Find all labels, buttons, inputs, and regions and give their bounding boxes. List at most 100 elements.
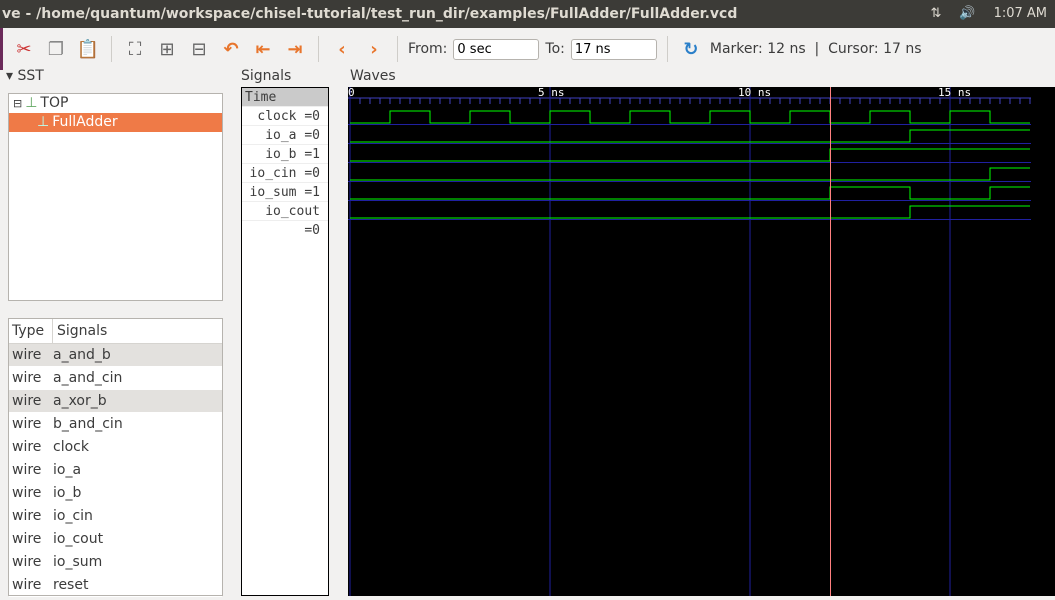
separator xyxy=(397,36,398,62)
signal-list-item[interactable]: wire a_xor_b xyxy=(9,390,222,413)
signal-name: io_a xyxy=(265,128,297,143)
reload-icon[interactable]: ↻ xyxy=(678,36,704,62)
signal-type: wire xyxy=(12,462,42,478)
zoom-start-icon[interactable]: ⇤ xyxy=(250,36,276,62)
signal-type: wire xyxy=(12,531,42,547)
signal-row[interactable]: io_sum =1 xyxy=(242,183,328,202)
signal-name: io_cout xyxy=(265,204,320,219)
cut-icon[interactable]: ✂ xyxy=(11,36,37,62)
next-edge-icon[interactable]: › xyxy=(361,36,387,62)
to-label: To: xyxy=(545,41,565,57)
waves-panel-title: Waves xyxy=(350,68,396,84)
signal-list-item[interactable]: wire io_a xyxy=(9,459,222,482)
sst-signal-list: Type Signals wire a_and_b wire a_and_cin wire… xyxy=(8,318,223,597)
signal-type: wire xyxy=(12,577,42,593)
waveform-io-cout xyxy=(350,205,1030,219)
column-type[interactable]: Type xyxy=(9,319,53,343)
signal-name: io_sum xyxy=(249,185,297,200)
collapse-icon[interactable]: ⊟ xyxy=(13,94,22,113)
waveform-io-b xyxy=(350,148,1030,162)
signal-value: =0 xyxy=(304,128,320,143)
signal-list-item[interactable]: wire clock xyxy=(9,436,222,459)
signal-list-item[interactable]: wire io_b xyxy=(9,482,222,505)
signal-name: io_a xyxy=(53,462,82,478)
signal-name: clock xyxy=(257,109,297,124)
signal-type: wire xyxy=(12,508,42,524)
system-tray: ⇅ 🔊 1:07 AM xyxy=(930,0,1047,28)
signal-list-item[interactable]: wire io_cin xyxy=(9,505,222,528)
separator xyxy=(111,36,112,62)
module-icon: ⊥ xyxy=(25,95,38,111)
tree-label: TOP xyxy=(40,95,69,111)
signal-row[interactable]: io_cout =0 xyxy=(242,202,328,238)
from-input[interactable] xyxy=(453,38,540,60)
waveform-view[interactable]: 0 5 ns 10 ns 15 ns xyxy=(348,86,1055,596)
signal-value: =0 xyxy=(304,109,320,124)
signal-names-pane: Time clock =0 io_a =0 io_b =1 io_cin =0 io_s… xyxy=(241,87,329,596)
zoom-fit-icon[interactable]: ⛶ xyxy=(122,36,148,62)
signal-list-item[interactable]: wire a_and_b xyxy=(9,344,222,367)
signal-type: wire xyxy=(12,554,42,570)
signal-row[interactable]: clock =0 xyxy=(242,107,328,126)
toolbar: ✂ ❐ 📋 ⛶ ⊞ ⊟ ↶ ⇤ ⇥ ‹ › From: To: ↻ Marker… xyxy=(0,28,1055,70)
zoom-out-icon[interactable]: ⊟ xyxy=(186,36,212,62)
to-input[interactable] xyxy=(570,38,657,60)
signal-name: io_cin xyxy=(53,508,93,524)
signal-row[interactable]: io_a =0 xyxy=(242,126,328,145)
signal-type: wire xyxy=(12,439,42,455)
list-header: Type Signals xyxy=(9,319,222,344)
window-title: ve - /home/quantum/workspace/chisel-tuto… xyxy=(2,6,738,22)
ruler-tick-label: 15 ns xyxy=(938,87,971,99)
signal-value: =1 xyxy=(304,147,320,162)
time-header: Time xyxy=(242,88,328,107)
column-signals[interactable]: Signals xyxy=(57,319,107,343)
ruler-tick-label: 0 xyxy=(348,87,355,99)
waveform-clock xyxy=(350,110,1030,124)
signals-panel-title: Signals xyxy=(241,68,292,84)
ruler-tick-label: 5 ns xyxy=(538,87,565,99)
signal-name: io_sum xyxy=(53,554,103,570)
signal-name: io_b xyxy=(265,147,297,162)
waveform-canvas[interactable]: 0 5 ns 10 ns 15 ns xyxy=(348,86,1055,596)
signal-type: wire xyxy=(12,485,42,501)
signal-list-item[interactable]: wire io_sum xyxy=(9,551,222,574)
signal-list-item[interactable]: wire a_and_cin xyxy=(9,367,222,390)
signal-name: reset xyxy=(53,577,89,593)
signal-type: wire xyxy=(12,347,42,363)
paste-icon[interactable]: 📋 xyxy=(75,36,101,62)
copy-icon[interactable]: ❐ xyxy=(43,36,69,62)
from-label: From: xyxy=(408,41,448,57)
tree-label: FullAdder xyxy=(52,114,118,130)
tree-node-fulladder[interactable]: ⊥ FullAdder xyxy=(9,113,222,132)
zoom-in-icon[interactable]: ⊞ xyxy=(154,36,180,62)
signal-value: =1 xyxy=(304,185,320,200)
marker-cursor-readout: Marker: 12 ns | Cursor: 17 ns xyxy=(709,41,922,57)
zoom-end-icon[interactable]: ⇥ xyxy=(282,36,308,62)
signal-name: a_xor_b xyxy=(53,393,107,409)
signal-name: io_cout xyxy=(53,531,104,547)
clock-text[interactable]: 1:07 AM xyxy=(994,0,1047,28)
signal-list-item[interactable]: wire b_and_cin xyxy=(9,413,222,436)
ruler-tick-label: 10 ns xyxy=(738,87,771,99)
undo-zoom-icon[interactable]: ↶ xyxy=(218,36,244,62)
sst-title: SST xyxy=(17,68,44,84)
signal-name: clock xyxy=(53,439,89,455)
signal-value: =0 xyxy=(304,223,320,238)
signal-row[interactable]: io_b =1 xyxy=(242,145,328,164)
prev-edge-icon[interactable]: ‹ xyxy=(329,36,355,62)
volume-icon[interactable]: 🔊 xyxy=(959,0,975,28)
signal-list-item[interactable]: wire reset xyxy=(9,574,222,597)
network-icon[interactable]: ⇅ xyxy=(930,0,941,28)
module-icon: ⊥ xyxy=(37,114,50,130)
signal-row[interactable]: io_cin =0 xyxy=(242,164,328,183)
waveform-io-a xyxy=(350,129,1030,143)
signal-name: a_and_cin xyxy=(53,370,123,386)
signal-name: b_and_cin xyxy=(53,416,123,432)
signal-list-item[interactable]: wire io_cout xyxy=(9,528,222,551)
waveform-io-sum xyxy=(350,186,1030,200)
waveform-io-cin xyxy=(350,167,1030,181)
sst-expander[interactable]: ▾ SST xyxy=(6,68,44,84)
separator xyxy=(666,36,668,62)
tree-node-top[interactable]: ⊟ ⊥ TOP xyxy=(9,94,222,113)
separator xyxy=(318,36,319,62)
